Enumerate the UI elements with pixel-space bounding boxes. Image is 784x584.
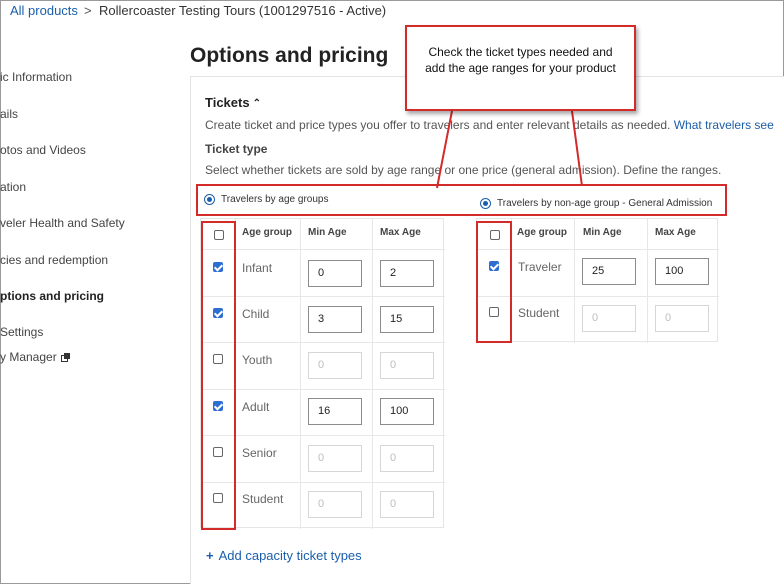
max-age-infant[interactable]: 2 (380, 260, 434, 287)
label-senior: Senior (242, 446, 277, 460)
breadcrumb-all-products-link[interactable]: All products (10, 3, 78, 18)
min-age-youth: 0 (308, 352, 362, 379)
add-capacity-ticket-types-link[interactable]: + Add capacity ticket types (206, 548, 362, 563)
select-all-checkbox-non-age[interactable] (490, 230, 500, 240)
sidebar-item-policies-and-redemption[interactable]: cies and redemption (0, 253, 108, 267)
min-age-student: 0 (308, 491, 362, 518)
checkbox-student-non-age[interactable] (489, 307, 499, 317)
min-age-infant[interactable]: 0 (308, 260, 362, 287)
annotation-callout: Check the ticket types needed and add th… (405, 25, 636, 111)
chevron-up-icon: ⌃ (252, 98, 261, 109)
max-age-child[interactable]: 15 (380, 306, 434, 333)
ticket-type-description: Select whether tickets are sold by age r… (205, 163, 722, 177)
min-age-traveler[interactable]: 25 (582, 258, 636, 285)
breadcrumb: All products > Rollercoaster Testing Tou… (0, 0, 784, 24)
table-divider (477, 296, 719, 297)
table-divider (647, 219, 648, 343)
table-divider (201, 296, 445, 297)
max-age-youth: 0 (380, 352, 434, 379)
label-youth: Youth (242, 353, 273, 367)
header-min-age: Min Age (308, 227, 347, 238)
table-divider (201, 389, 445, 390)
add-capacity-label: Add capacity ticket types (218, 548, 362, 563)
header-max-age-non-age: Max Age (655, 227, 696, 238)
label-infant: Infant (242, 261, 273, 275)
min-age-child[interactable]: 3 (308, 306, 362, 333)
tickets-description: Create ticket and price types you offer … (205, 118, 774, 132)
header-age-group-non-age: Age group (517, 227, 567, 238)
sidebar-item-manager-label: y Manager (0, 350, 57, 364)
sidebar-item-manager[interactable]: y Manager (0, 350, 70, 365)
checkbox-adult[interactable] (213, 401, 223, 411)
checkbox-student[interactable] (213, 493, 223, 503)
sidebar-item-settings[interactable]: Settings (0, 325, 43, 339)
tickets-title: Tickets (205, 95, 250, 110)
header-max-age: Max Age (380, 227, 421, 238)
checkbox-youth[interactable] (213, 354, 223, 364)
what-travelers-see-link[interactable]: What travelers see (674, 118, 774, 132)
plus-icon: + (206, 548, 214, 563)
max-age-traveler[interactable]: 100 (655, 258, 709, 285)
sidebar-nav: ic Information ails otos and Videos atio… (0, 40, 180, 584)
checkbox-infant[interactable] (213, 262, 223, 272)
radio-age-groups[interactable] (204, 194, 215, 205)
label-adult: Adult (242, 400, 270, 414)
table-divider (574, 219, 575, 343)
max-age-student: 0 (380, 491, 434, 518)
select-all-checkbox[interactable] (214, 230, 224, 240)
table-divider (511, 219, 512, 343)
label-child: Child (242, 307, 270, 321)
sidebar-item-traveler-health-and-safety[interactable]: veler Health and Safety (0, 216, 125, 230)
page-title: Options and pricing (190, 44, 389, 67)
ticket-type-title: Ticket type (205, 142, 268, 156)
label-student-non-age: Student (518, 306, 560, 320)
table-divider (201, 482, 445, 483)
table-divider (201, 435, 445, 436)
breadcrumb-separator: > (84, 3, 92, 18)
header-age-group: Age group (242, 227, 292, 238)
label-student: Student (242, 492, 284, 506)
label-traveler: Traveler (518, 260, 562, 274)
radio-non-age-group-label[interactable]: Travelers by non-age group - General Adm… (497, 198, 712, 209)
checkbox-senior[interactable] (213, 447, 223, 457)
table-divider (201, 342, 445, 343)
sidebar-item-details[interactable]: ails (0, 107, 18, 121)
max-age-adult[interactable]: 100 (380, 398, 434, 425)
max-age-student-non-age: 0 (655, 305, 709, 332)
min-age-senior: 0 (308, 445, 362, 472)
tickets-description-text: Create ticket and price types you offer … (205, 118, 671, 132)
sidebar-item-options-and-pricing[interactable]: ptions and pricing (0, 289, 104, 303)
table-divider (201, 249, 445, 250)
max-age-senior: 0 (380, 445, 434, 472)
min-age-adult[interactable]: 16 (308, 398, 362, 425)
sidebar-item-location[interactable]: ation (0, 180, 26, 194)
min-age-student-non-age: 0 (582, 305, 636, 332)
radio-age-groups-label[interactable]: Travelers by age groups (221, 194, 328, 205)
breadcrumb-current-product: Rollercoaster Testing Tours (1001297516 … (99, 3, 387, 18)
tickets-section-toggle[interactable]: Tickets ⌃ (205, 95, 261, 110)
external-link-icon (60, 351, 70, 365)
checkbox-traveler[interactable] (489, 261, 499, 271)
sidebar-item-basic-information[interactable]: ic Information (0, 70, 72, 84)
sidebar-item-photos-and-videos[interactable]: otos and Videos (0, 143, 86, 157)
header-min-age-non-age: Min Age (583, 227, 622, 238)
radio-non-age-group[interactable] (480, 198, 491, 209)
checkbox-child[interactable] (213, 308, 223, 318)
table-divider (477, 249, 719, 250)
